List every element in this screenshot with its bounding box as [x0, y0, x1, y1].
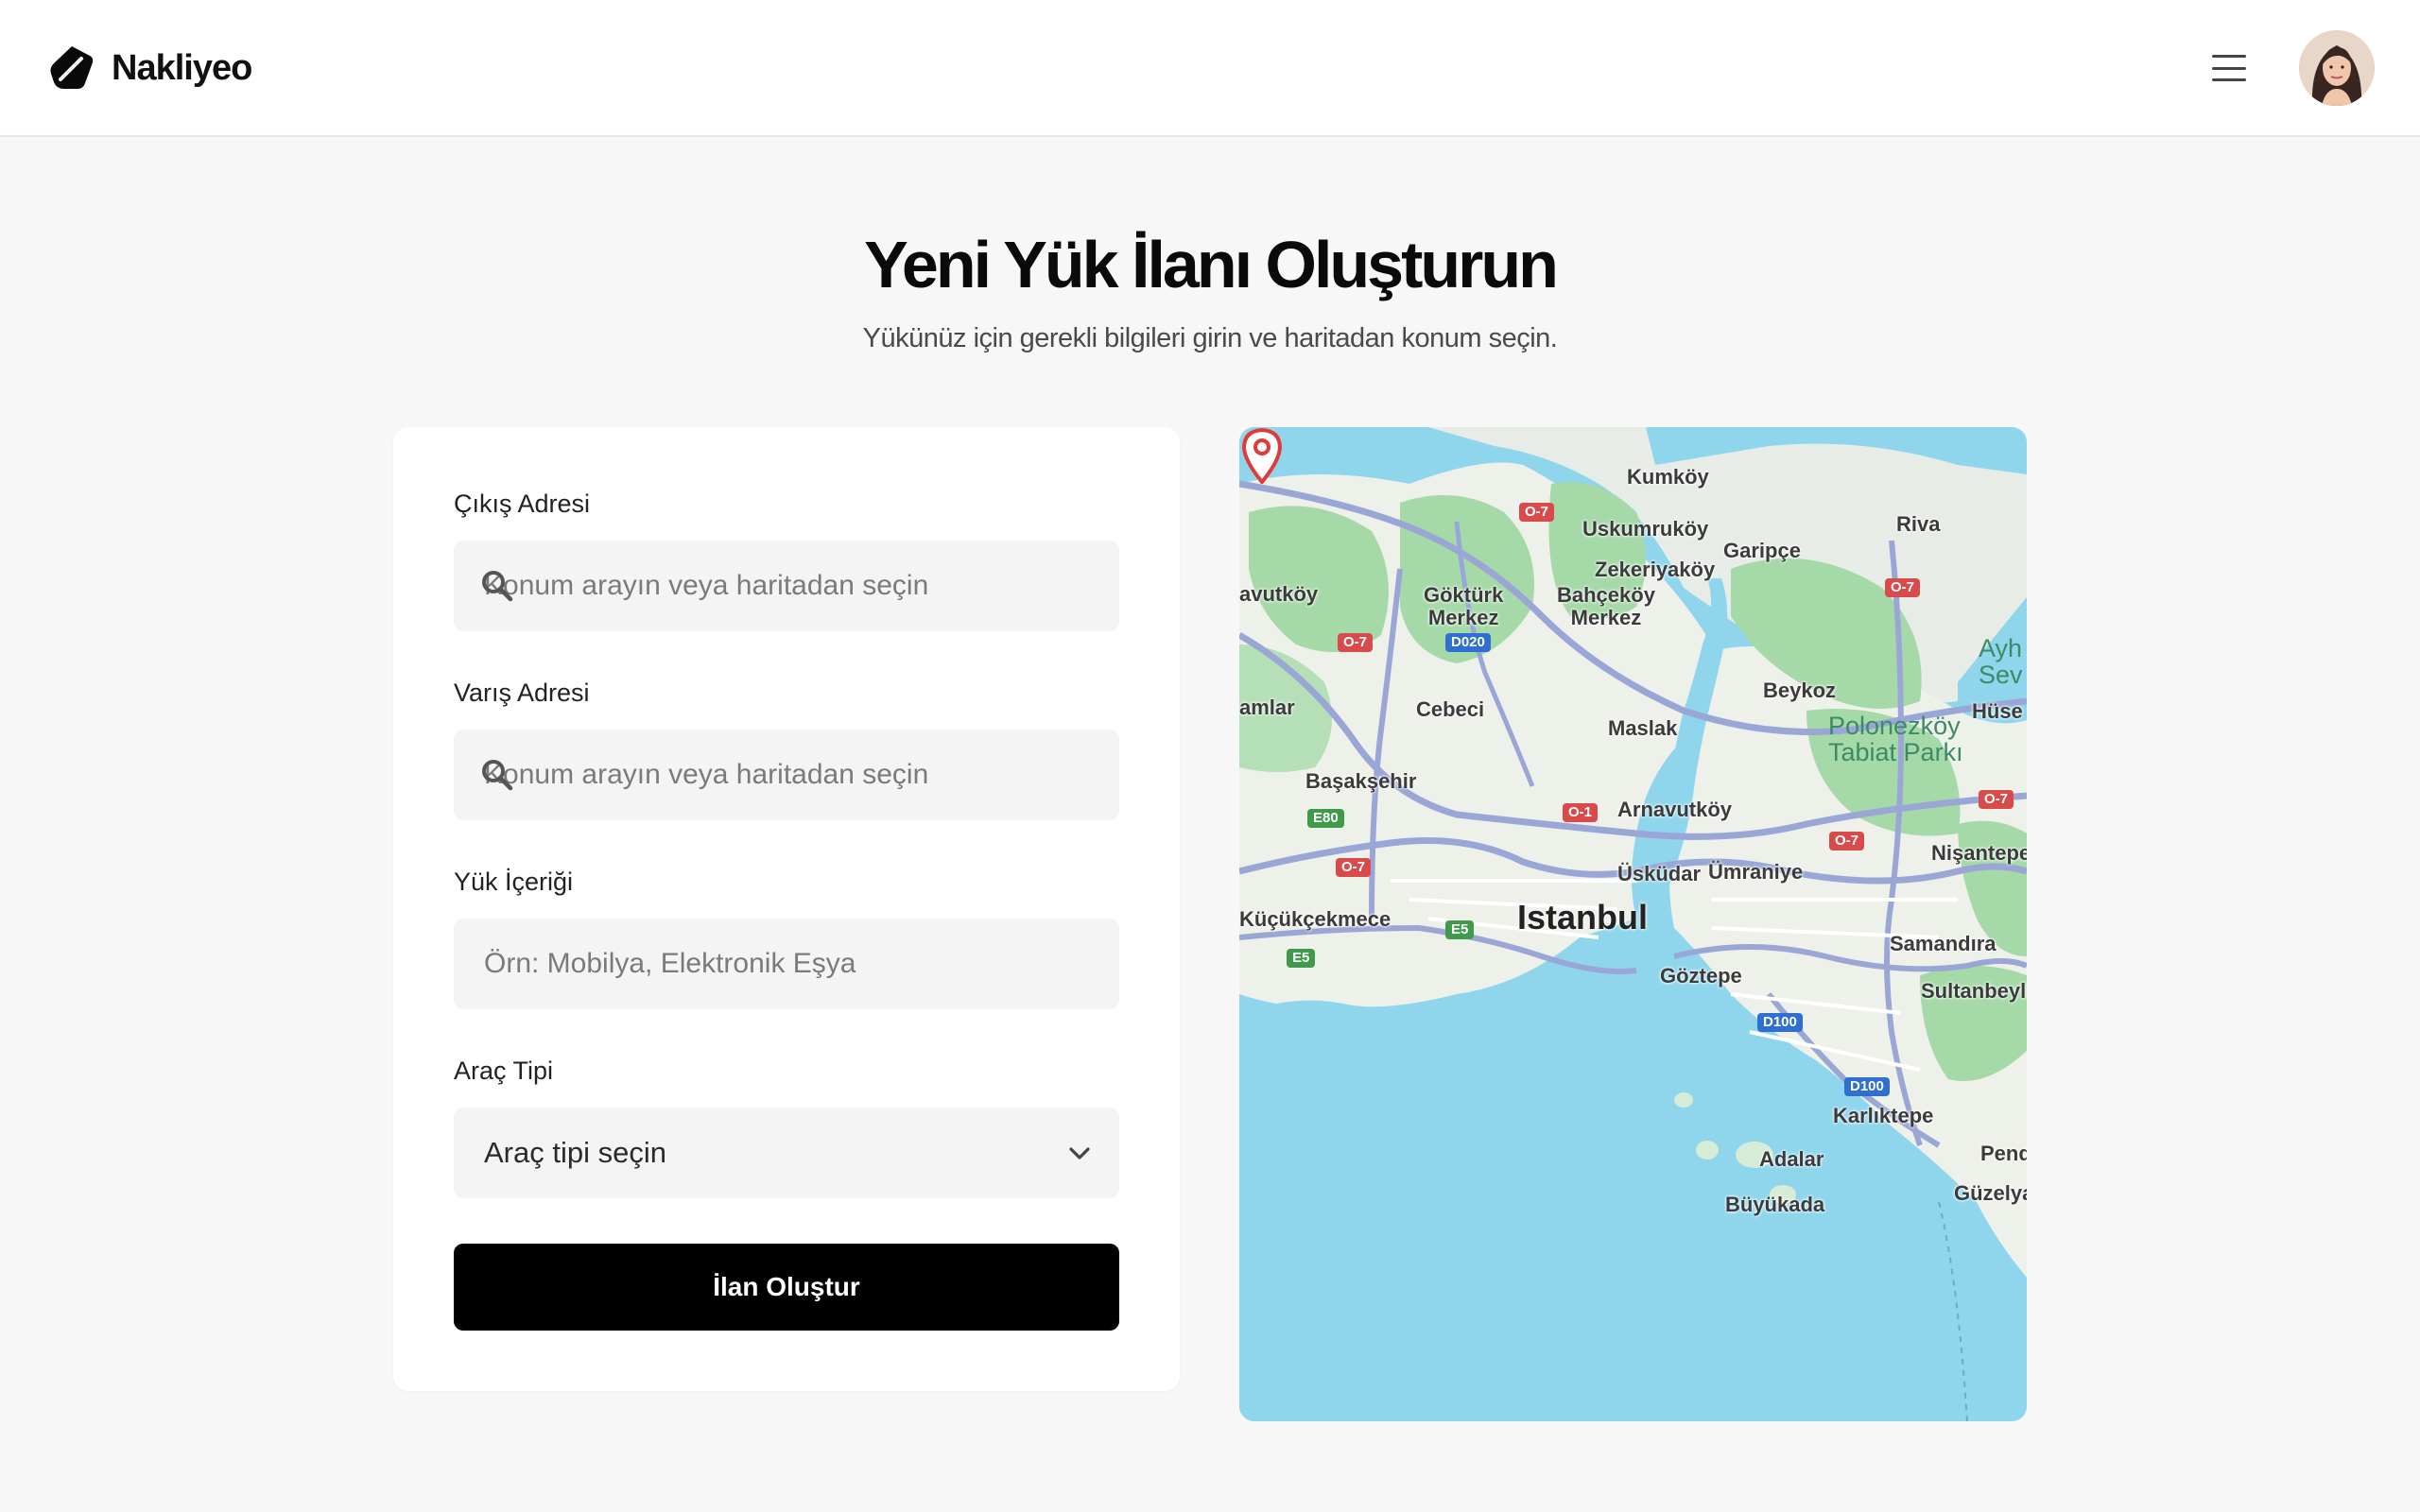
location-map[interactable]: Kumköy Uskumruköy Garipçe Riva Zekeriyak… [1239, 427, 2027, 1421]
map-label: Pendik [1980, 1142, 2027, 1165]
avatar[interactable] [2299, 30, 2375, 106]
map-label: Arnavutköy [1617, 798, 1733, 821]
road-badge: D100 [1757, 1013, 1803, 1032]
map-label: Adalar [1759, 1147, 1824, 1171]
arrival-field [454, 730, 1119, 820]
cargo-input[interactable] [454, 919, 1119, 1009]
map-label: Cebeci [1416, 697, 1485, 721]
vehicle-label: Araç Tipi [454, 1057, 554, 1085]
road-badge: O-7 [1338, 633, 1374, 652]
page-subtitle: Yükünüz için gerekli bilgileri girin ve … [862, 323, 1558, 353]
map-label: Nişantepe [1931, 841, 2027, 865]
map-label: Beykoz [1763, 679, 1837, 702]
road-badge: E80 [1307, 809, 1344, 828]
avatar-portrait-icon [2299, 30, 2375, 106]
map-label: Büyükada [1725, 1193, 1825, 1216]
road-badge: O-7 [1979, 790, 2014, 809]
arrival-input[interactable] [454, 730, 1119, 820]
departure-input[interactable] [454, 541, 1119, 631]
road-badge: E5 [1287, 949, 1316, 968]
map-label: Üsküdar [1617, 862, 1702, 885]
departure-label: Çıkış Adresi [454, 490, 591, 518]
map-label: Garipçe [1723, 539, 1801, 562]
map-label: Bahçeköy Merkez [1557, 583, 1655, 629]
map-label: Ayh Sev [1979, 634, 2023, 689]
cargo-field [454, 919, 1119, 1009]
brand[interactable]: Nakliyeo [47, 42, 252, 94]
map-label: Karlıktepe [1833, 1104, 1934, 1127]
map-label: Sultanbeyli [1921, 979, 2027, 1003]
map-label: Samandıra [1890, 932, 1996, 955]
map-label: Polonezköy Tabiat Parkı [1828, 712, 1963, 766]
road-badge: O-7 [1519, 503, 1555, 522]
search-icon [482, 571, 513, 602]
road-badge: E5 [1445, 920, 1475, 939]
hamburger-menu-icon[interactable] [2210, 52, 2248, 84]
search-icon [482, 760, 513, 791]
map-label: Göktürk Merkez [1424, 583, 1504, 629]
road-badge: D100 [1844, 1077, 1890, 1096]
road-badge: O-7 [1829, 832, 1865, 850]
map-label: Ümraniye [1708, 860, 1804, 884]
map-label: Hüse [1972, 699, 2023, 723]
map-label: avutköy [1239, 582, 1319, 606]
vehicle-select[interactable]: Araç tipi seçin [454, 1108, 1119, 1198]
road-badge: O-7 [1336, 858, 1372, 877]
location-pin-icon[interactable] [1239, 427, 1285, 484]
map-label: Zekeriyaköy [1595, 558, 1716, 581]
map-label: Göztepe [1660, 964, 1742, 988]
map-label: amlar [1239, 696, 1295, 719]
map-label: Istanbul [1517, 898, 1649, 936]
map-label: Riva [1896, 512, 1941, 536]
map-label: Uskumruköy [1582, 517, 1709, 541]
brand-name: Nakliyeo [112, 47, 252, 88]
road-badge: O-7 [1885, 578, 1921, 597]
map-label: Kumköy [1627, 465, 1709, 489]
cargo-label: Yük İçeriği [454, 868, 574, 896]
top-navbar: Nakliyeo [0, 0, 2420, 137]
page-title: Yeni Yük İlanı Oluşturun [864, 228, 1559, 301]
map-label: Başakşehir [1305, 769, 1417, 793]
map-label: Küçükçekmece [1239, 907, 1392, 931]
chevron-down-icon [1069, 1147, 1090, 1160]
departure-field [454, 541, 1119, 631]
create-listing-button[interactable]: İlan Oluştur [454, 1244, 1119, 1331]
road-badge: D020 [1445, 633, 1491, 652]
listing-form-card: Çıkış Adresi Varış Adresi Yük İçeriği Ar… [393, 427, 1180, 1391]
vehicle-select-value: Araç tipi seçin [484, 1136, 666, 1169]
road-badge: O-1 [1563, 803, 1599, 822]
arrival-label: Varış Adresi [454, 679, 590, 707]
map-label: Maslak [1608, 716, 1678, 740]
tag-logo-icon [50, 46, 94, 89]
map-label: Güzelyal [1954, 1181, 2027, 1205]
